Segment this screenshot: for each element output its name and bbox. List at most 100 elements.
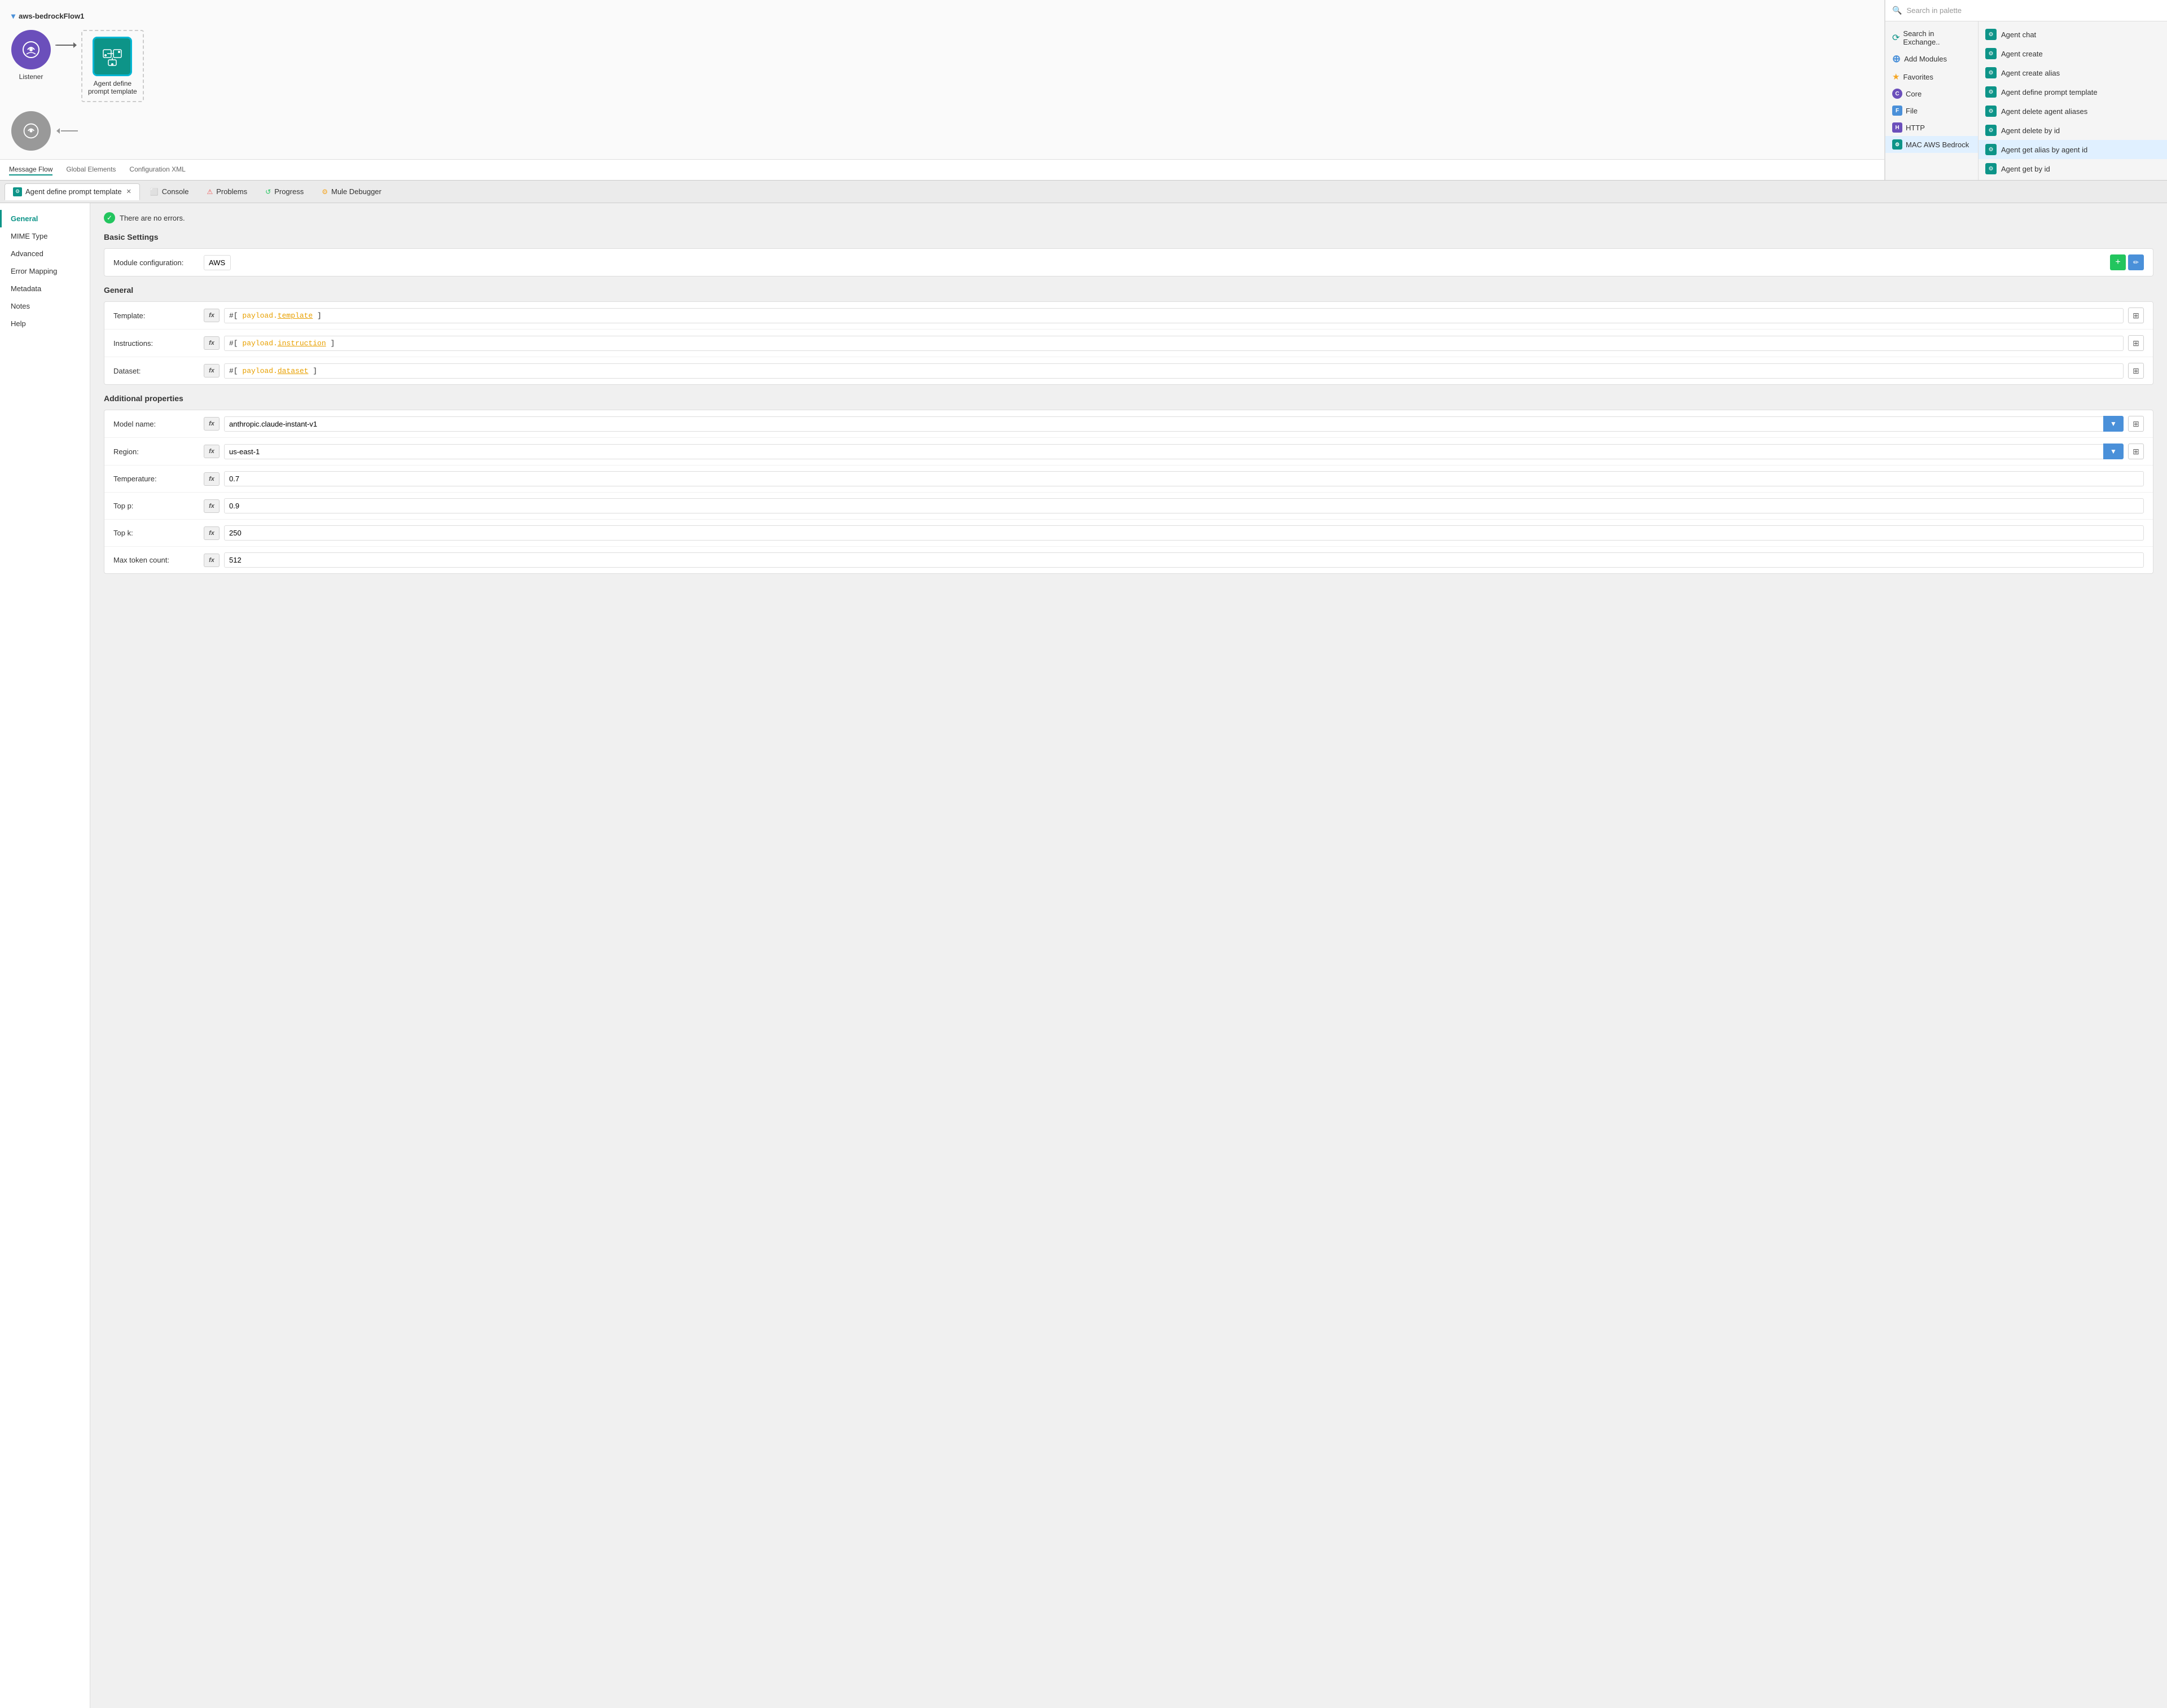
top-k-fx-btn[interactable]: fx <box>204 526 220 540</box>
nav-error-mapping[interactable]: Error Mapping <box>0 262 90 280</box>
palette-item-agent-get-alias[interactable]: ⚙ Agent get alias by agent id <box>1979 140 2167 159</box>
template-label: Template: <box>113 311 204 320</box>
tab-agent-define[interactable]: ⚙ Agent define prompt template ✕ <box>5 183 140 200</box>
model-name-fx-btn[interactable]: fx <box>204 417 220 431</box>
additional-props-title: Additional properties <box>104 394 2153 403</box>
tab-console[interactable]: ⬜ Console <box>142 184 197 199</box>
palette-item-agent-delete-by-id[interactable]: ⚙ Agent delete by id <box>1979 121 2167 140</box>
max-token-input[interactable] <box>224 552 2144 568</box>
cat-mac-aws[interactable]: ⚙ MAC AWS Bedrock <box>1885 136 1978 153</box>
flow-canvas: ▾ aws-bedrockFlow1 Listener <box>0 0 1885 180</box>
dataset-fx-btn[interactable]: fx <box>204 364 220 377</box>
top-k-input[interactable] <box>224 525 2144 541</box>
tab-message-flow[interactable]: Message Flow <box>9 164 52 175</box>
region-input[interactable] <box>224 444 2103 459</box>
model-name-map-btn[interactable]: ⊞ <box>2128 416 2144 432</box>
module-config-select[interactable]: AWS <box>204 255 231 270</box>
top-k-row: Top k: fx <box>104 520 2153 547</box>
agent-define-node[interactable]: Agent defineprompt template <box>88 37 137 95</box>
flow-name-label: aws-bedrockFlow1 <box>19 12 84 20</box>
tab-progress[interactable]: ↺ Progress <box>257 184 312 199</box>
top-k-label: Top k: <box>113 529 204 537</box>
top-p-field: fx <box>204 498 2144 513</box>
palette-item-label-agent-create: Agent create <box>2001 50 2043 58</box>
cat-exchange[interactable]: ⟳ Search in Exchange.. <box>1885 26 1978 50</box>
region-map-btn[interactable]: ⊞ <box>2128 444 2144 459</box>
dataset-map-btn[interactable]: ⊞ <box>2128 363 2144 379</box>
template-expr-prefix: #[ <box>229 311 242 320</box>
dataset-expr-keyword: payload <box>242 367 273 375</box>
model-name-dropdown-btn[interactable]: ▼ <box>2103 416 2124 432</box>
cat-add-modules[interactable]: ⊕ Add Modules <box>1885 50 1978 68</box>
region-field: fx ▼ ⊞ <box>204 444 2144 459</box>
template-fx-btn[interactable]: fx <box>204 309 220 322</box>
favorites-icon: ★ <box>1892 72 1900 82</box>
palette-item-label-agent-get-alias: Agent get alias by agent id <box>2001 146 2087 154</box>
max-token-label: Max token count: <box>113 556 204 564</box>
http-icon: H <box>1892 122 1902 133</box>
model-name-input[interactable] <box>224 416 2103 432</box>
instructions-fx-btn[interactable]: fx <box>204 336 220 350</box>
palette-item-agent-create-alias[interactable]: ⚙ Agent create alias <box>1979 63 2167 82</box>
canvas-area: ▾ aws-bedrockFlow1 Listener <box>0 0 2167 181</box>
tab-bar: ⚙ Agent define prompt template ✕ ⬜ Conso… <box>0 181 2167 203</box>
dataset-expr-suffix: ] <box>308 367 317 375</box>
nav-general[interactable]: General <box>0 210 90 227</box>
collapse-icon[interactable]: ▾ <box>11 11 15 21</box>
nav-mime-type[interactable]: MIME Type <box>0 227 90 245</box>
template-map-btn[interactable]: ⊞ <box>2128 308 2144 323</box>
module-config-field: AWS + ✏ <box>204 254 2144 270</box>
cat-file[interactable]: F File <box>1885 102 1978 119</box>
palette-item-agent-delete-aliases[interactable]: ⚙ Agent delete agent aliases <box>1979 102 2167 121</box>
instructions-map-btn[interactable]: ⊞ <box>2128 335 2144 351</box>
search-input[interactable] <box>1906 6 2160 15</box>
nav-help[interactable]: Help <box>0 315 90 332</box>
palette-item-icon-agent-delete-aliases: ⚙ <box>1985 106 1997 117</box>
dataset-input[interactable]: #[ payload.dataset ] <box>224 363 2124 379</box>
top-p-input[interactable] <box>224 498 2144 513</box>
tab-close-agent-define[interactable]: ✕ <box>126 188 131 195</box>
nav-metadata[interactable]: Metadata <box>0 280 90 297</box>
palette-item-agent-get-by-id[interactable]: ⚙ Agent get by id <box>1979 159 2167 178</box>
dataset-expr-prefix: #[ <box>229 367 242 375</box>
palette-item-agent-define-prompt[interactable]: ⚙ Agent define prompt template <box>1979 82 2167 102</box>
palette-item-label-agent-get-by-id: Agent get by id <box>2001 165 2050 173</box>
flow-tabs: Message Flow Global Elements Configurati… <box>0 159 1884 180</box>
top-p-fx-btn[interactable]: fx <box>204 499 220 513</box>
general-section: Template: fx #[ payload.template ] ⊞ Ins… <box>104 301 2153 385</box>
palette-item-icon-agent-create-alias: ⚙ <box>1985 67 1997 78</box>
region-fx-btn[interactable]: fx <box>204 445 220 458</box>
palette-item-label-agent-delete-aliases: Agent delete agent aliases <box>2001 107 2087 116</box>
debugger-icon: ⚙ <box>322 188 328 196</box>
temperature-input[interactable] <box>224 471 2144 486</box>
nav-notes[interactable]: Notes <box>0 297 90 315</box>
listener-node[interactable]: Listener <box>11 30 51 81</box>
agent-define-icon <box>93 37 132 76</box>
template-input[interactable]: #[ payload.template ] <box>224 308 2124 323</box>
cat-http[interactable]: H HTTP <box>1885 119 1978 136</box>
top-p-label: Top p: <box>113 502 204 510</box>
tab-console-label: Console <box>162 187 189 196</box>
cat-core[interactable]: C Core <box>1885 85 1978 102</box>
instructions-input[interactable]: #[ payload.instruction ] <box>224 336 2124 351</box>
palette-item-agent-get-by-name[interactable]: ⚙ Agent get by name <box>1979 178 2167 180</box>
cat-favorites-label: Favorites <box>1903 73 1933 81</box>
tab-mule-debugger[interactable]: ⚙ Mule Debugger <box>314 184 389 199</box>
module-config-add-btn[interactable]: + <box>2110 254 2126 270</box>
template-expr-prop: template <box>278 311 313 320</box>
cat-core-label: Core <box>1906 90 1922 98</box>
region-dropdown-btn[interactable]: ▼ <box>2103 444 2124 459</box>
cat-add-modules-label: Add Modules <box>1904 55 1947 63</box>
tab-problems[interactable]: ⚠ Problems <box>199 184 255 199</box>
tab-global-elements[interactable]: Global Elements <box>66 164 116 175</box>
palette-item-icon-agent-get-by-id: ⚙ <box>1985 163 1997 174</box>
max-token-fx-btn[interactable]: fx <box>204 554 220 567</box>
nav-advanced[interactable]: Advanced <box>0 245 90 262</box>
tab-config-xml[interactable]: Configuration XML <box>129 164 185 175</box>
temperature-fx-btn[interactable]: fx <box>204 472 220 486</box>
cat-favorites[interactable]: ★ Favorites <box>1885 68 1978 85</box>
exchange-icon: ⟳ <box>1892 32 1900 43</box>
palette-item-agent-create[interactable]: ⚙ Agent create <box>1979 44 2167 63</box>
palette-item-agent-chat[interactable]: ⚙ Agent chat <box>1979 25 2167 44</box>
module-config-edit-btn[interactable]: ✏ <box>2128 254 2144 270</box>
